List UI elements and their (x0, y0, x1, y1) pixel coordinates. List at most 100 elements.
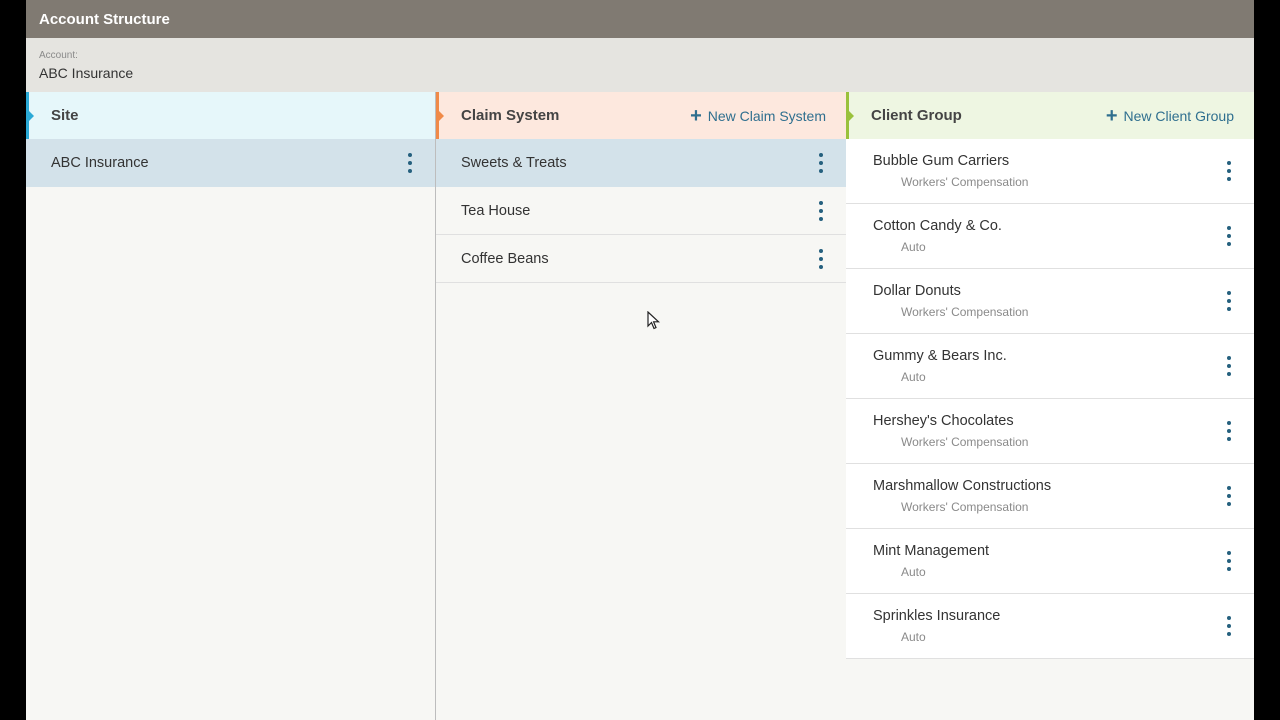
claim-system-item-label: Tea House (461, 202, 531, 219)
plus-icon: + (1105, 104, 1118, 127)
kebab-dot (1227, 372, 1231, 376)
claim-system-list-item[interactable]: Tea House (436, 187, 846, 235)
site-column: Site ABC Insurance (26, 92, 436, 720)
kebab-dot (1227, 356, 1231, 360)
client-group-list-item[interactable]: Sprinkles Insurance Auto (846, 594, 1254, 659)
kebab-menu-icon[interactable] (1224, 291, 1234, 311)
client-group-type: Workers' Compensation (901, 500, 1029, 514)
claim-accent-arrow-icon (439, 111, 444, 121)
kebab-menu-icon[interactable] (1224, 356, 1234, 376)
kebab-dot (1227, 364, 1231, 368)
kebab-menu-icon[interactable] (1224, 161, 1234, 181)
claim-system-column-header: Claim System + New Claim System (436, 92, 846, 139)
kebab-dot (1227, 494, 1231, 498)
claim-system-list-item[interactable]: Sweets & Treats (436, 139, 846, 187)
client-group-name: Bubble Gum Carriers (873, 153, 1010, 169)
kebab-dot (1227, 226, 1231, 230)
kebab-dot (1227, 567, 1231, 571)
claim-system-item-label: Sweets & Treats (461, 154, 567, 171)
kebab-dot (1227, 559, 1231, 563)
client-group-name: Hershey's Chocolates (873, 413, 1014, 429)
client-group-type: Auto (901, 630, 926, 644)
site-list-item[interactable]: ABC Insurance (26, 139, 435, 187)
client-group-list-item[interactable]: Bubble Gum Carriers Workers' Compensation (846, 139, 1254, 204)
account-bar: Account: ABC Insurance (26, 38, 1254, 92)
kebab-menu-icon[interactable] (816, 248, 826, 269)
client-group-item-text: Bubble Gum Carriers Workers' Compensation (873, 153, 1028, 189)
claim-system-item-label: Coffee Beans (461, 250, 549, 267)
client-group-column-title: Client Group (871, 107, 962, 124)
kebab-dot (1227, 161, 1231, 165)
kebab-menu-icon[interactable] (816, 200, 826, 221)
kebab-dot (408, 152, 412, 157)
client-group-item-text: Marshmallow Constructions Workers' Compen… (873, 478, 1051, 514)
kebab-dot (819, 200, 823, 205)
client-group-item-text: Sprinkles Insurance Auto (873, 608, 1000, 644)
title-bar: Account Structure (26, 0, 1254, 38)
site-list: ABC Insurance (26, 139, 435, 187)
kebab-menu-icon[interactable] (1224, 616, 1234, 636)
kebab-dot (1227, 486, 1231, 490)
kebab-menu-icon[interactable] (816, 152, 826, 173)
kebab-menu-icon[interactable] (1224, 551, 1234, 571)
new-client-group-button[interactable]: + New Client Group (1106, 106, 1234, 126)
client-group-item-text: Mint Management Auto (873, 543, 989, 579)
kebab-dot (819, 264, 823, 269)
kebab-dot (1227, 307, 1231, 311)
client-group-name: Cotton Candy & Co. (873, 218, 1002, 234)
kebab-dot (819, 160, 823, 165)
kebab-dot (1227, 242, 1231, 246)
site-accent-arrow-icon (29, 111, 34, 121)
kebab-dot (819, 168, 823, 173)
client-group-column-header: Client Group + New Client Group (846, 92, 1254, 139)
kebab-dot (1227, 502, 1231, 506)
new-claim-system-label: New Claim System (707, 107, 826, 124)
client-group-name: Gummy & Bears Inc. (873, 348, 1007, 364)
kebab-dot (408, 160, 412, 165)
kebab-dot (1227, 632, 1231, 636)
client-group-name: Mint Management (873, 543, 990, 559)
kebab-dot (819, 256, 823, 261)
kebab-dot (1227, 291, 1231, 295)
client-group-name: Dollar Donuts (873, 283, 961, 299)
claim-system-column: Claim System + New Claim System Sweets &… (436, 92, 846, 720)
kebab-dot (1227, 429, 1231, 433)
client-group-list-item[interactable]: Mint Management Auto (846, 529, 1254, 594)
site-column-title: Site (51, 107, 79, 124)
client-group-list-item[interactable]: Cotton Candy & Co. Auto (846, 204, 1254, 269)
site-item-label: ABC Insurance (51, 154, 149, 171)
client-group-item-text: Hershey's Chocolates Workers' Compensatio… (873, 413, 1028, 449)
new-client-group-label: New Client Group (1123, 107, 1235, 124)
account-name: ABC Insurance (39, 65, 134, 81)
client-group-list-item[interactable]: Marshmallow Constructions Workers' Compen… (846, 464, 1254, 529)
account-structure-app: Account Structure Account: ABC Insurance… (26, 0, 1254, 720)
kebab-dot (1227, 624, 1231, 628)
plus-icon: + (690, 104, 702, 127)
kebab-dot (1227, 616, 1231, 620)
kebab-dot (1227, 299, 1231, 303)
client-group-type: Workers' Compensation (901, 435, 1029, 449)
claim-system-list-item[interactable]: Coffee Beans (436, 235, 846, 283)
kebab-menu-icon[interactable] (1224, 421, 1234, 441)
kebab-dot (819, 248, 823, 253)
client-group-type: Auto (901, 240, 926, 254)
client-accent-arrow-icon (849, 111, 854, 121)
kebab-dot (819, 152, 823, 157)
kebab-menu-icon[interactable] (1224, 226, 1234, 246)
new-claim-system-button[interactable]: + New Claim System (690, 106, 826, 126)
kebab-menu-icon[interactable] (1224, 486, 1234, 506)
claim-system-list: Sweets & Treats Tea House Coffee Beans (436, 139, 846, 283)
client-group-list-item[interactable]: Gummy & Bears Inc. Auto (846, 334, 1254, 399)
kebab-dot (1227, 169, 1231, 173)
client-group-column: Client Group + New Client Group Bubble G… (846, 92, 1254, 720)
columns-container: Site ABC Insurance Claim System + New Cl… (26, 92, 1254, 720)
kebab-dot (1227, 551, 1231, 555)
kebab-dot (819, 208, 823, 213)
kebab-menu-icon[interactable] (405, 152, 415, 173)
client-group-item-text: Dollar Donuts Workers' Compensation (873, 283, 1028, 319)
client-group-item-text: Gummy & Bears Inc. Auto (873, 348, 1007, 384)
client-group-list-item[interactable]: Dollar Donuts Workers' Compensation (846, 269, 1254, 334)
client-group-list-item[interactable]: Hershey's Chocolates Workers' Compensatio… (846, 399, 1254, 464)
client-group-type: Auto (901, 565, 926, 579)
kebab-dot (1227, 437, 1231, 441)
